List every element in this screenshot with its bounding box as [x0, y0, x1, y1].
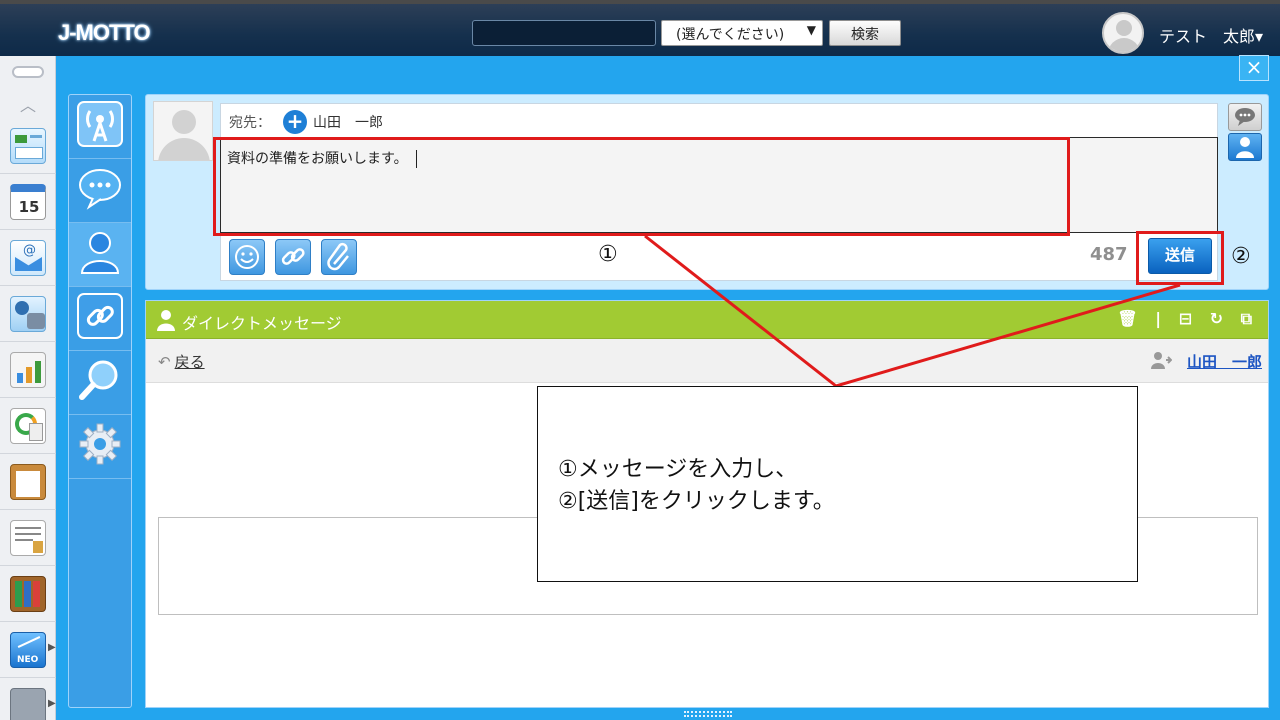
callout-line-2: ②[送信]をクリックします。: [558, 489, 835, 514]
instruction-callout: ①メッセージを入力し、 ②[送信]をクリックします。: [537, 386, 1138, 582]
callout-line-1: ①メッセージを入力し、: [558, 457, 798, 482]
callout-connector: [644, 234, 1181, 388]
